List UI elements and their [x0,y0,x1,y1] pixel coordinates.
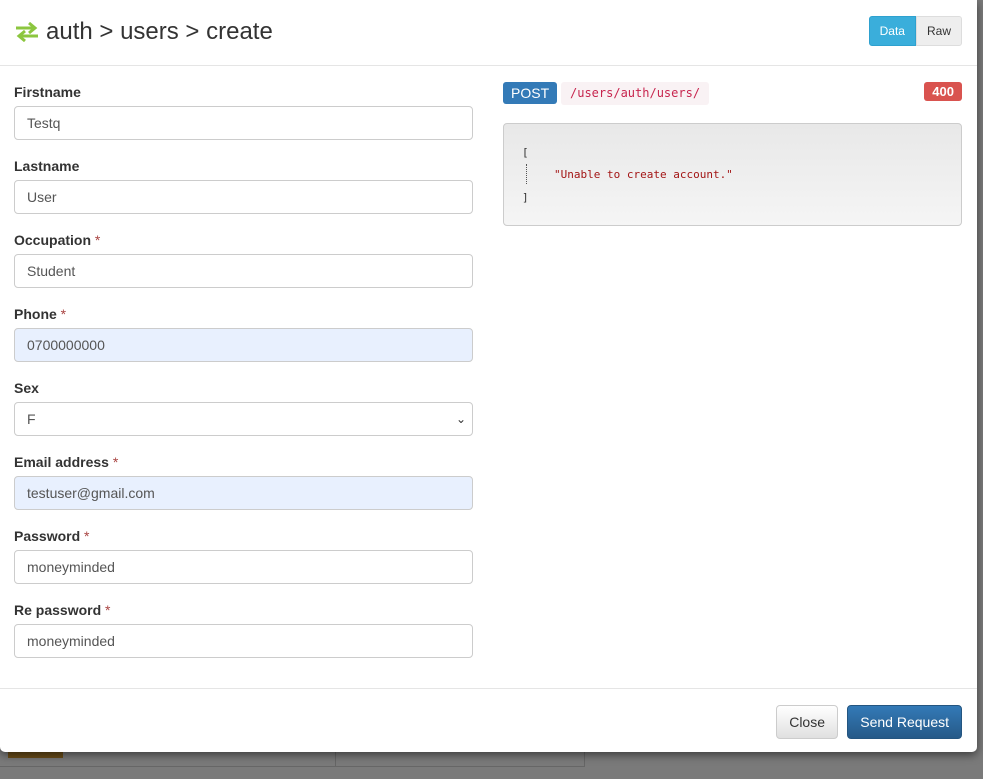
re-password-label: Re password * [14,602,111,618]
required-mark: * [84,528,90,544]
json-open: [ [522,146,529,159]
email-address-input[interactable]: testuser@gmail.com [14,476,473,510]
lastname-label: Lastname [14,158,80,174]
phone-input[interactable]: 0700000000 [14,328,473,362]
form-field: Re password * moneyminded [14,602,473,676]
response-body: [ "Unable to create account." ] [503,123,962,226]
required-mark: * [60,306,67,322]
form-field: Occupation * Student [14,232,473,306]
form-field: Phone * 0700000000 [14,306,473,380]
phone-label: Phone * [14,306,67,322]
request-form: Firstname Testq Lastname User Occupation *… [14,84,473,676]
json-value: "Unable to create account." [554,168,733,181]
method-badge: POST [503,82,558,104]
occupation-label: Occupation * [14,232,101,248]
password-label: Password * [14,528,90,544]
firstname-input[interactable]: Testq [14,106,473,140]
breadcrumb: auth > users > create [46,18,273,45]
json-close: ] [522,191,529,204]
close-button[interactable]: Close [776,705,838,739]
required-mark: * [105,602,111,618]
form-field: Firstname Testq [14,84,473,158]
sex-label: Sex [14,380,39,396]
swap-arrows-icon [16,22,38,42]
form-field: Email address * testuser@gmail.com [14,454,473,528]
form-field: Lastname User [14,158,473,232]
modal-header: auth > users > create Data Raw [0,0,977,66]
email-address-label: Email address * [14,454,119,470]
send-request-button[interactable]: Send Request [847,705,962,739]
required-mark: * [112,454,119,470]
form-field: Password * moneyminded [14,528,473,602]
raw-toggle-button[interactable]: Raw [915,16,962,46]
data-toggle-button[interactable]: Data [868,16,916,46]
required-mark: * [94,232,101,248]
modal-title: auth > users > create [14,18,273,46]
sex-select[interactable]: F ⌄ [14,402,473,436]
endpoint-url: /users/auth/users/ [561,82,710,105]
re-password-input[interactable]: moneyminded [14,624,473,658]
status-badge: 400 [924,82,962,101]
occupation-input[interactable]: Student [14,254,473,288]
lastname-input[interactable]: User [14,180,473,214]
view-toggle: Data Raw [868,16,962,46]
password-input[interactable]: moneyminded [14,550,473,584]
modal-footer: Close Send Request [0,688,977,753]
form-field: Sex F ⌄ [14,380,473,454]
firstname-label: Firstname [14,84,81,100]
modal: auth > users > create Data Raw Firstname… [0,0,977,752]
chevron-down-icon: ⌄ [455,412,466,426]
